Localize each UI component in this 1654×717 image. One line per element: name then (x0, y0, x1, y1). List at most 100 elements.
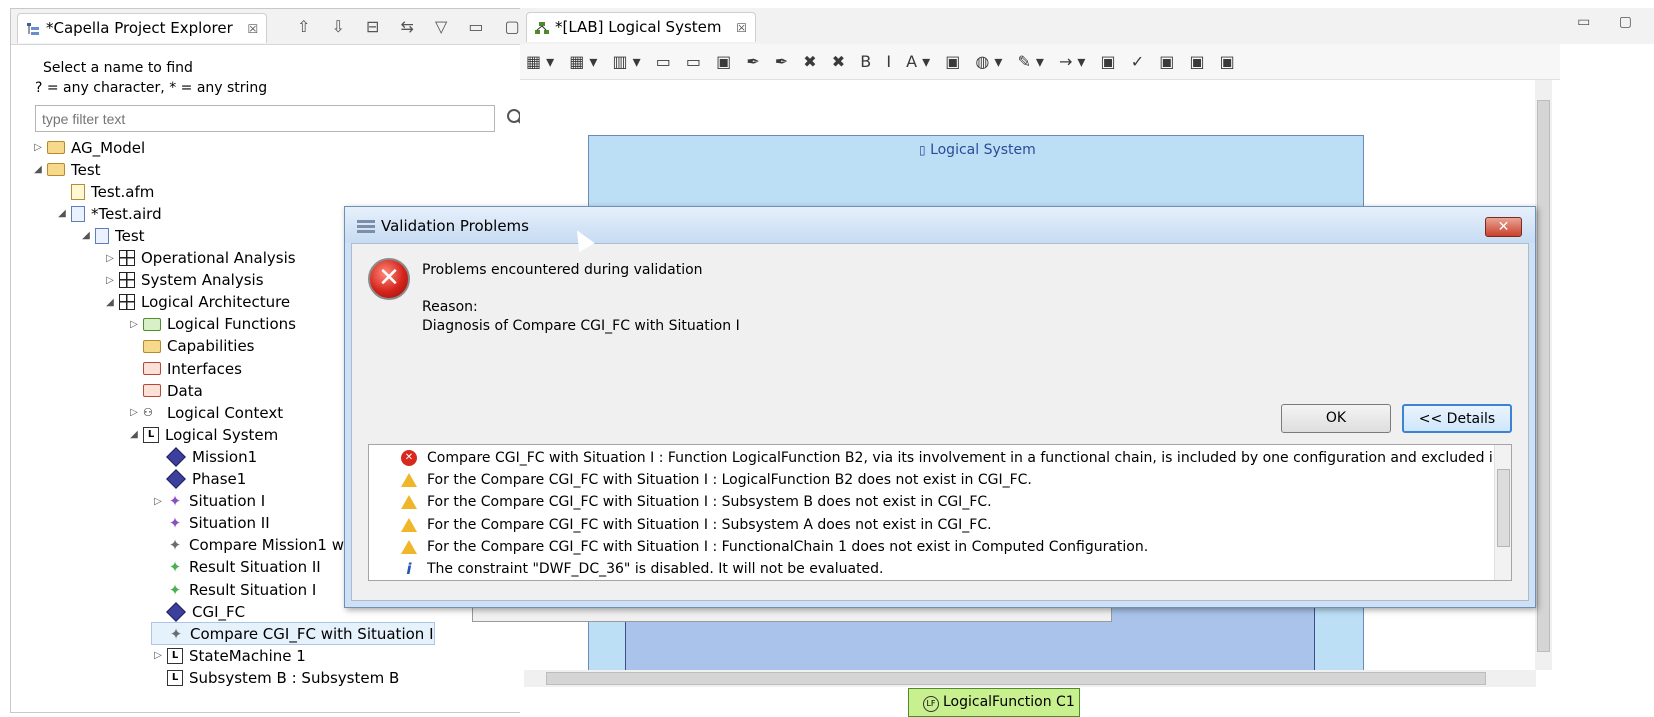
architecture-icon (119, 250, 135, 266)
editor-tab[interactable]: *[LAB] Logical System ☒ (526, 12, 757, 42)
tree-item[interactable]: ◢ Logical Architecture (103, 291, 290, 314)
mission-icon (166, 446, 186, 467)
warning-icon (401, 517, 417, 532)
expand-toggle-icon[interactable]: ◢ (103, 297, 117, 308)
tree-item-label: Logical System (165, 425, 279, 444)
editor-tab-title: *[LAB] Logical System (555, 18, 722, 36)
explorer-toolbar-icons[interactable]: ⇧ ⇩ ⊟ ⇆ ▽ ▭ ▢ (297, 17, 528, 36)
tree-item[interactable]: ▷ ⚇ Logical Context (127, 401, 283, 424)
tree-item[interactable]: ▷ AG_Model (31, 136, 145, 159)
comparison-icon: ✦ (168, 536, 182, 555)
tree-item-label: Logical Architecture (141, 293, 291, 312)
expand-toggle-icon[interactable]: ▷ (151, 496, 165, 507)
editor-tabbar: *[LAB] Logical System ☒ ▭ ▢ (520, 8, 1654, 44)
find-hint: ? = any character, * = any string (35, 80, 268, 96)
tree-item[interactable]: ✦ Compare Mission1 with (151, 534, 364, 557)
logical-function-icon: LF (923, 696, 939, 712)
tree-item[interactable]: ▷ Logical Functions (127, 313, 296, 336)
problem-text: For the Compare CGI_FC with Situation I … (427, 472, 1032, 489)
tree-item-label: Situation II (189, 514, 270, 533)
expand-toggle-icon[interactable]: ▷ (127, 407, 141, 418)
expand-toggle-icon[interactable]: ▷ (127, 319, 141, 330)
dialog-body: ✕ Problems encountered during validation… (351, 243, 1529, 601)
expand-toggle-icon[interactable]: ▷ (103, 253, 117, 264)
window-controls[interactable]: ▭ ▢ (1577, 14, 1644, 30)
explorer-tab[interactable]: *Capella Project Explorer ☒ (17, 13, 268, 43)
problems-scrollbar[interactable] (1494, 445, 1511, 580)
diagram-toolbar[interactable]: ▦▾ ▦▾ ▥▾ ▭ ▭ ▣ ✒ ✒ ✖ ✖ B I A▾ ▣ ◍▾ ✎▾ →▾… (520, 44, 1560, 80)
problem-row[interactable]: For the Compare CGI_FC with Situation I … (369, 514, 992, 536)
expand-toggle-icon[interactable]: ▷ (31, 142, 45, 153)
tree-item[interactable]: ◢ *Test.aird (55, 202, 161, 225)
problems-list[interactable]: ✕ Compare CGI_FC with Situation I : Funct… (368, 444, 1512, 581)
tree-item[interactable]: CGI_FC (151, 600, 245, 623)
tree-item[interactable]: ◢ Test (31, 158, 100, 181)
tree-item-label: Interfaces (167, 359, 242, 378)
dialog-close-button[interactable]: ✕ (1485, 217, 1522, 237)
tree-item[interactable]: ◢ Test (79, 224, 144, 247)
representation-file-icon (95, 227, 109, 244)
problem-row[interactable]: i The constraint "DWF_DC_36" is disabled.… (369, 558, 883, 580)
problem-row[interactable]: For the Compare CGI_FC with Situation I … (369, 536, 1148, 558)
tree-item-label: Result Situation I (189, 580, 317, 599)
tree-item[interactable]: ✦ Situation II (151, 512, 270, 535)
tree-item-label: CGI_FC (192, 602, 246, 621)
tree-item[interactable]: ▷ Operational Analysis (103, 247, 295, 270)
tree-item-label: Logical Functions (167, 315, 296, 334)
folder-icon (143, 362, 161, 375)
expand-toggle-icon[interactable]: ▷ (151, 650, 165, 661)
problem-text: For the Compare CGI_FC with Situation I … (427, 538, 1149, 555)
tree-item[interactable]: ▷ L StateMachine 1 (151, 644, 306, 667)
tree-item-label: StateMachine 1 (189, 646, 306, 665)
warning-icon (401, 495, 417, 510)
expand-toggle-icon[interactable]: ◢ (55, 208, 69, 219)
tree-item[interactable]: ✦ Result Situation II (151, 556, 321, 579)
expand-toggle-icon[interactable]: ◢ (31, 164, 45, 175)
tree-item[interactable]: Mission1 (151, 445, 257, 468)
tree-item[interactable]: Data (127, 379, 203, 402)
horizontal-scrollbar[interactable] (524, 670, 1536, 687)
problem-text: For the Compare CGI_FC with Situation I … (427, 516, 992, 533)
problem-row[interactable]: For the Compare CGI_FC with Situation I … (369, 491, 992, 513)
tree-item[interactable]: Interfaces (127, 357, 242, 380)
tree-item-label: System Analysis (141, 271, 264, 290)
close-icon[interactable]: ☒ (248, 22, 259, 36)
problems-scroll-thumb[interactable] (1497, 469, 1510, 547)
tree-item-label: Subsystem B : Subsystem B (189, 668, 400, 687)
tree-item[interactable]: Phase1 (151, 468, 246, 491)
expand-toggle-icon[interactable]: ▷ (103, 275, 117, 286)
tree-item-label: Mission1 (192, 447, 258, 466)
close-icon[interactable]: ☒ (736, 21, 747, 35)
tree-item[interactable]: Capabilities (127, 335, 255, 358)
tree-item-label: Logical Context (167, 403, 284, 422)
vertical-scrollbar[interactable] (1535, 80, 1552, 670)
tree-item[interactable]: ◢ L Logical System (127, 423, 278, 446)
architecture-icon (119, 294, 135, 311)
details-button[interactable]: << Details (1402, 404, 1512, 433)
warning-icon (401, 539, 417, 554)
ok-button[interactable]: OK (1281, 404, 1391, 433)
expand-toggle-icon[interactable]: ◢ (79, 230, 93, 241)
vertical-scroll-thumb[interactable] (1537, 100, 1550, 652)
folder-icon (47, 141, 65, 154)
problem-row[interactable]: For the Compare CGI_FC with Situation I … (369, 469, 1032, 491)
tree-item[interactable]: ✦ Compare CGI_FC with Situation I (151, 622, 435, 646)
comparison-icon: ✦ (169, 624, 183, 643)
filter-input[interactable] (35, 105, 495, 132)
dialog-icon (357, 220, 375, 233)
tree-item-label: Situation I (189, 492, 266, 511)
tree-item[interactable]: ▷ System Analysis (103, 269, 264, 292)
problem-row[interactable]: ✕ Compare CGI_FC with Situation I : Funct… (369, 447, 1511, 469)
tree-item[interactable]: L Subsystem B : Subsystem B (151, 666, 399, 689)
tree-item[interactable]: Test.afm (55, 180, 154, 203)
context-icon: ⚇ (143, 405, 153, 419)
reason-label: Reason: (422, 299, 478, 315)
tree-item[interactable]: ▷ ✦ Situation I (151, 490, 265, 513)
tree-item-label: Phase1 (192, 470, 247, 488)
horizontal-scroll-thumb[interactable] (546, 672, 1486, 685)
explorer-tab-title: *Capella Project Explorer (46, 19, 233, 37)
dialog-title: Validation Problems (381, 217, 529, 235)
dialog-titlebar[interactable]: Validation Problems ✕ (345, 207, 1535, 243)
tree-item[interactable]: ✦ Result Situation I (151, 578, 317, 601)
expand-toggle-icon[interactable]: ◢ (127, 429, 141, 440)
